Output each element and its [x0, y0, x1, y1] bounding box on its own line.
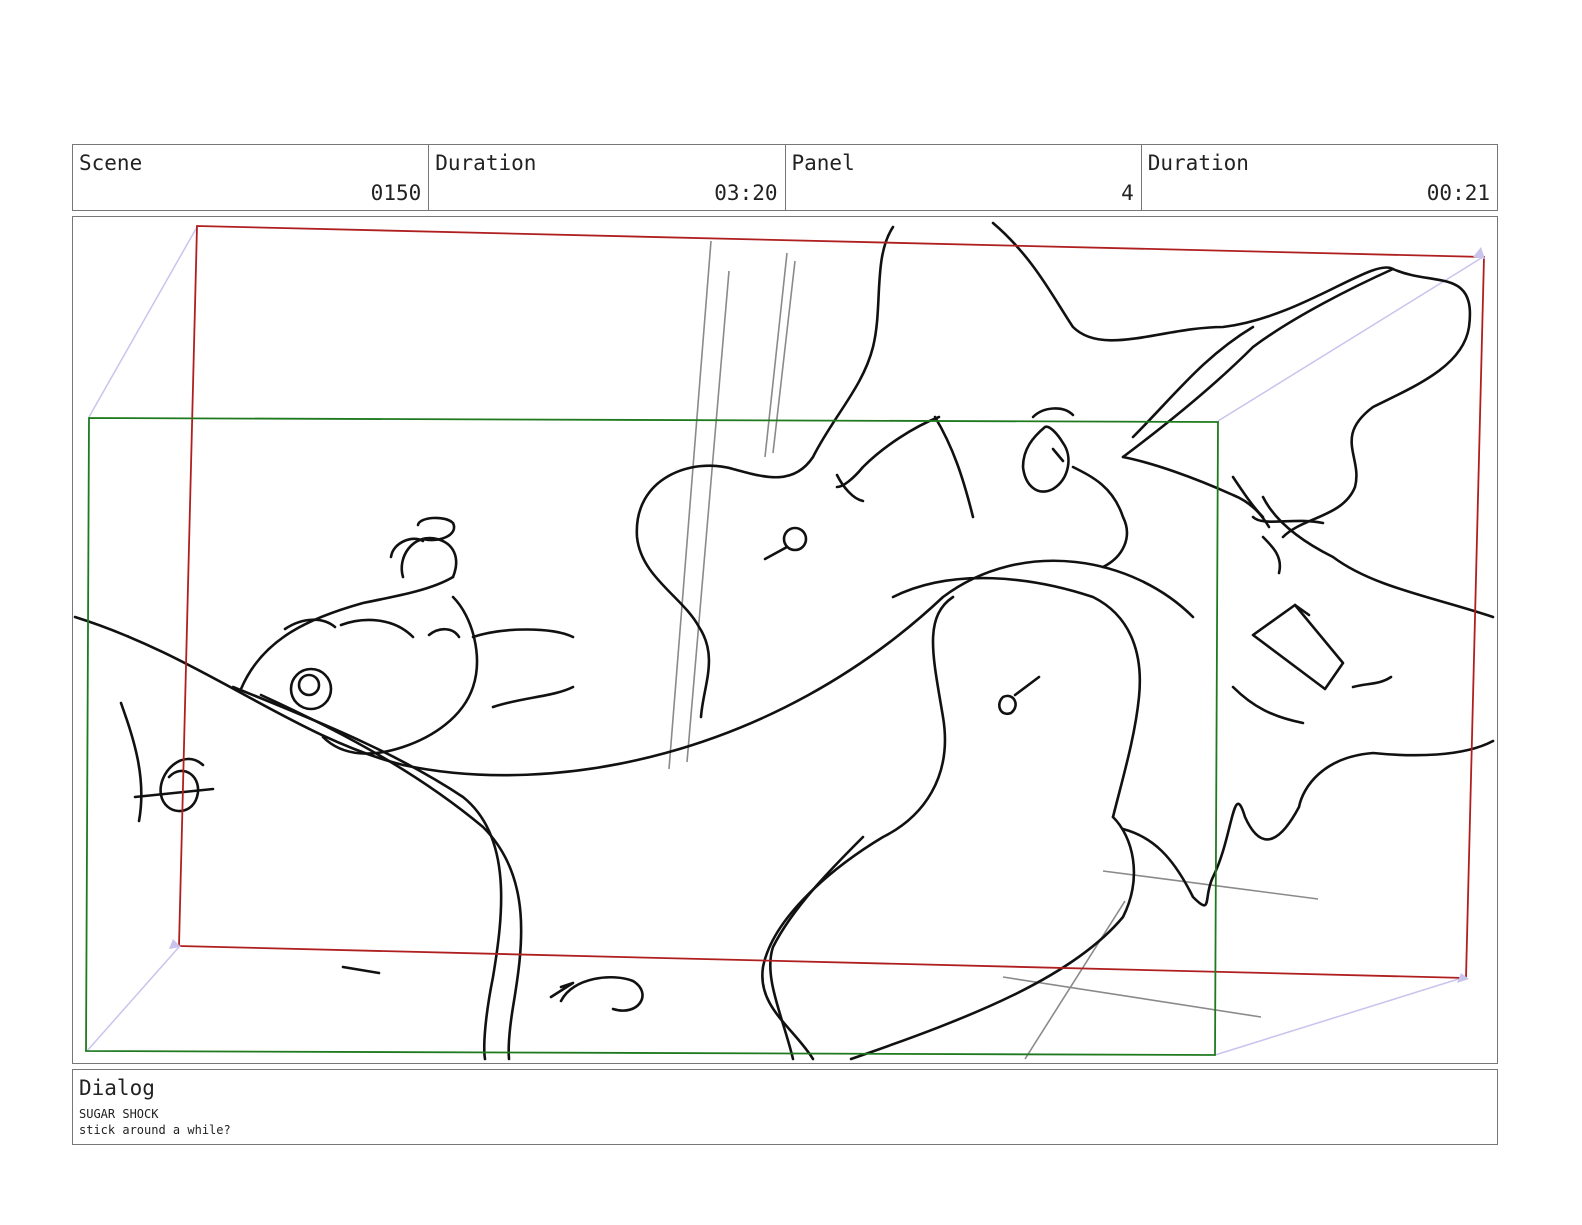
- scene-number: 0150: [370, 181, 422, 205]
- panel-duration-value: 00:21: [1426, 181, 1490, 205]
- dialog-speaker: SUGAR SHOCK: [79, 1107, 159, 1121]
- dialog-box: Dialog SUGAR SHOCK stick around a while?: [72, 1069, 1498, 1145]
- storyboard-header: Scene 0150 Duration 03:20 Panel 4 Durati…: [72, 144, 1498, 211]
- scene-cell: Scene 0150: [73, 145, 430, 210]
- camera-frame-start: [178, 225, 1485, 979]
- scene-duration-label: Duration: [435, 151, 537, 175]
- panel-duration-label: Duration: [1147, 151, 1249, 175]
- panel-cell: Panel 4: [786, 145, 1142, 210]
- scene-label: Scene: [79, 151, 143, 175]
- dialog-label: Dialog: [79, 1076, 155, 1100]
- panel-label: Panel: [791, 151, 855, 175]
- scene-duration-value: 03:20: [714, 181, 778, 205]
- character-sketch: [73, 221, 1495, 1061]
- dialog-line: stick around a while?: [79, 1123, 231, 1137]
- panel-number: 4: [1121, 181, 1134, 205]
- storyboard-panel: [72, 216, 1498, 1064]
- background-lines: [668, 240, 1319, 1060]
- panel-sketch: [73, 221, 1495, 1061]
- camera-frame-end: [85, 417, 1219, 1056]
- scene-duration-cell: Duration 03:20: [429, 145, 786, 210]
- panel-duration-cell: Duration 00:21: [1142, 145, 1497, 210]
